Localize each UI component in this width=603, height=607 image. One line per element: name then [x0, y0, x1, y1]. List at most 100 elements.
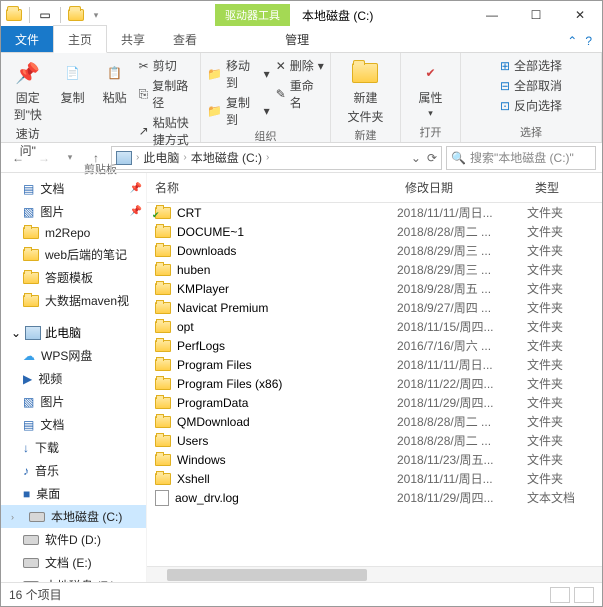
list-item[interactable]: Xshell 2018/11/11/周日... 文件夹 — [147, 469, 602, 488]
sidebar-item[interactable]: ☁WPS网盘 — [1, 344, 146, 367]
sidebar-item[interactable]: 软件D (D:) — [1, 528, 146, 551]
breadcrumb-root[interactable]: 此电脑 — [143, 149, 179, 166]
properties-button[interactable]: ✔ 属性▾ — [413, 57, 449, 121]
back-button[interactable]: ← — [7, 147, 29, 169]
search-input[interactable]: 🔍 搜索"本地磁盘 (C:)" — [446, 146, 596, 170]
tab-manage[interactable]: 管理 — [271, 26, 323, 52]
select-none-button[interactable]: ⊟全部取消 — [500, 77, 562, 94]
list-item[interactable]: DOCUME~1 2018/8/28/周二 ... 文件夹 — [147, 222, 602, 241]
delete-button[interactable]: ✕删除 ▾ — [276, 57, 324, 74]
list-item[interactable]: Downloads 2018/8/29/周三 ... 文件夹 — [147, 241, 602, 260]
sidebar-item-label: 本地磁盘 (C:) — [51, 508, 122, 525]
list-item[interactable]: Users 2018/8/28/周二 ... 文件夹 — [147, 431, 602, 450]
properties-quick-icon[interactable]: ▭ — [36, 6, 54, 24]
sidebar-item[interactable]: ▤文档 — [1, 413, 146, 436]
sidebar-item[interactable]: ▶视频 — [1, 367, 146, 390]
expand-icon[interactable]: › — [11, 512, 21, 522]
maximize-button[interactable]: ☐ — [514, 1, 558, 29]
nav-pane[interactable]: ▤文档📌▧图片📌m2Repoweb后端的笔记答题模板大数据maven视 ⌄此电脑☁… — [1, 173, 147, 582]
recent-dropdown[interactable]: ▾ — [59, 147, 81, 169]
tab-file[interactable]: 文件 — [1, 26, 53, 52]
list-item[interactable]: Program Files (x86) 2018/11/22/周四... 文件夹 — [147, 374, 602, 393]
minimize-button[interactable]: — — [470, 1, 514, 29]
list-item[interactable]: opt 2018/11/15/周四... 文件夹 — [147, 317, 602, 336]
open-group-label: 打开 — [420, 124, 442, 140]
col-name[interactable]: 名称 — [147, 173, 397, 202]
copy-path-button[interactable]: ⎘复制路径 — [139, 77, 194, 111]
sidebar-item[interactable]: web后端的笔记 — [1, 243, 146, 266]
folder-icon — [155, 435, 171, 447]
copy-icon: 📄 — [59, 59, 87, 87]
folder-icon — [155, 454, 171, 466]
forward-button[interactable]: → — [33, 147, 55, 169]
sidebar-item[interactable]: m2Repo — [1, 223, 146, 243]
details-view-button[interactable] — [550, 587, 570, 603]
sidebar-item[interactable]: ↓下载 — [1, 436, 146, 459]
cut-button[interactable]: ✂剪切 — [139, 57, 194, 74]
up-button[interactable]: ↑ — [85, 147, 107, 169]
address-dropdown-icon[interactable]: ⌄ — [411, 151, 421, 165]
close-button[interactable]: ✕ — [558, 1, 602, 29]
file-date: 2018/8/28/周二 ... — [397, 432, 527, 449]
sidebar-item[interactable]: 文档 (E:) — [1, 551, 146, 574]
sidebar-item[interactable]: › 本地磁盘 (C:) — [1, 505, 146, 528]
file-type: 文本文档 — [527, 489, 602, 506]
list-item[interactable]: QMDownload 2018/8/28/周二 ... 文件夹 — [147, 412, 602, 431]
list-item[interactable]: ✔CRT 2018/11/11/周日... 文件夹 — [147, 203, 602, 222]
list-item[interactable]: PerfLogs 2016/7/16/周六 ... 文件夹 — [147, 336, 602, 355]
copy-to-button[interactable]: 📁复制到 ▾ — [207, 94, 270, 128]
invert-selection-button[interactable]: ⊡反向选择 — [500, 97, 562, 114]
help-icon[interactable]: ? — [585, 34, 592, 48]
breadcrumb[interactable]: › 此电脑 › 本地磁盘 (C:) › ⌄ ⟳ — [111, 146, 442, 170]
collapse-ribbon-icon[interactable]: ⌃ — [567, 34, 577, 48]
column-headers[interactable]: 名称 修改日期 类型 — [147, 173, 602, 203]
sidebar-item[interactable]: ▧图片 — [1, 390, 146, 413]
contextual-tab-label: 驱动器工具 — [215, 4, 290, 26]
select-all-button[interactable]: ⊞全部选择 — [500, 57, 562, 74]
list-item[interactable]: KMPlayer 2018/9/28/周五 ... 文件夹 — [147, 279, 602, 298]
list-item[interactable]: Windows 2018/11/23/周五... 文件夹 — [147, 450, 602, 469]
list-item[interactable]: aow_drv.log 2018/11/29/周四... 文本文档 — [147, 488, 602, 507]
col-date[interactable]: 修改日期 — [397, 173, 527, 202]
sidebar-item[interactable]: ♪音乐 — [1, 459, 146, 482]
breadcrumb-drive[interactable]: 本地磁盘 (C:) — [191, 149, 262, 166]
tab-view[interactable]: 查看 — [159, 26, 211, 52]
sidebar-item[interactable]: 本地磁盘 (F:) — [1, 574, 146, 582]
move-to-button[interactable]: 📁移动到 ▾ — [207, 57, 270, 91]
tab-share[interactable]: 共享 — [107, 26, 159, 52]
rename-button[interactable]: ✎重命名 — [276, 77, 324, 111]
expand-icon[interactable]: ⌄ — [11, 326, 21, 340]
paste-button[interactable]: 📋 粘贴 — [97, 57, 133, 108]
sidebar-this-pc[interactable]: ⌄此电脑 — [1, 320, 146, 344]
select-group-label: 选择 — [520, 124, 542, 140]
sidebar-item[interactable]: ■桌面 — [1, 482, 146, 505]
file-name: DOCUME~1 — [177, 225, 244, 239]
file-type: 文件夹 — [527, 242, 602, 259]
list-item[interactable]: Navicat Premium 2018/9/27/周四 ... 文件夹 — [147, 298, 602, 317]
tab-home[interactable]: 主页 — [53, 25, 107, 53]
list-item[interactable]: Program Files 2018/11/11/周日... 文件夹 — [147, 355, 602, 374]
file-list[interactable]: ✔CRT 2018/11/11/周日... 文件夹 DOCUME~1 2018/… — [147, 203, 602, 566]
sidebar-item[interactable]: 大数据maven视 — [1, 289, 146, 312]
qat-dropdown-icon[interactable]: ▾ — [87, 6, 105, 24]
folder-icon — [155, 226, 171, 238]
sidebar-item[interactable]: 答题模板 — [1, 266, 146, 289]
copyto-icon: 📁 — [207, 104, 222, 118]
sidebar-item[interactable]: ▤文档📌 — [1, 177, 146, 200]
folder-icon — [155, 397, 171, 409]
list-item[interactable]: ProgramData 2018/11/29/周四... 文件夹 — [147, 393, 602, 412]
file-name: huben — [177, 263, 210, 277]
status-bar: 16 个项目 — [1, 582, 602, 606]
copy-button[interactable]: 📄 复制 — [55, 57, 91, 108]
file-name: ProgramData — [177, 396, 248, 410]
refresh-icon[interactable]: ⟳ — [427, 151, 437, 165]
thumbnails-view-button[interactable] — [574, 587, 594, 603]
list-item[interactable]: huben 2018/8/29/周三 ... 文件夹 — [147, 260, 602, 279]
new-folder-quick-icon[interactable] — [67, 6, 85, 24]
folder-icon — [155, 416, 171, 428]
sidebar-item[interactable]: ▧图片📌 — [1, 200, 146, 223]
new-folder-button[interactable]: 新建文件夹 — [343, 57, 387, 127]
file-type: 文件夹 — [527, 394, 602, 411]
col-type[interactable]: 类型 — [527, 173, 602, 202]
horizontal-scrollbar[interactable] — [147, 566, 602, 582]
